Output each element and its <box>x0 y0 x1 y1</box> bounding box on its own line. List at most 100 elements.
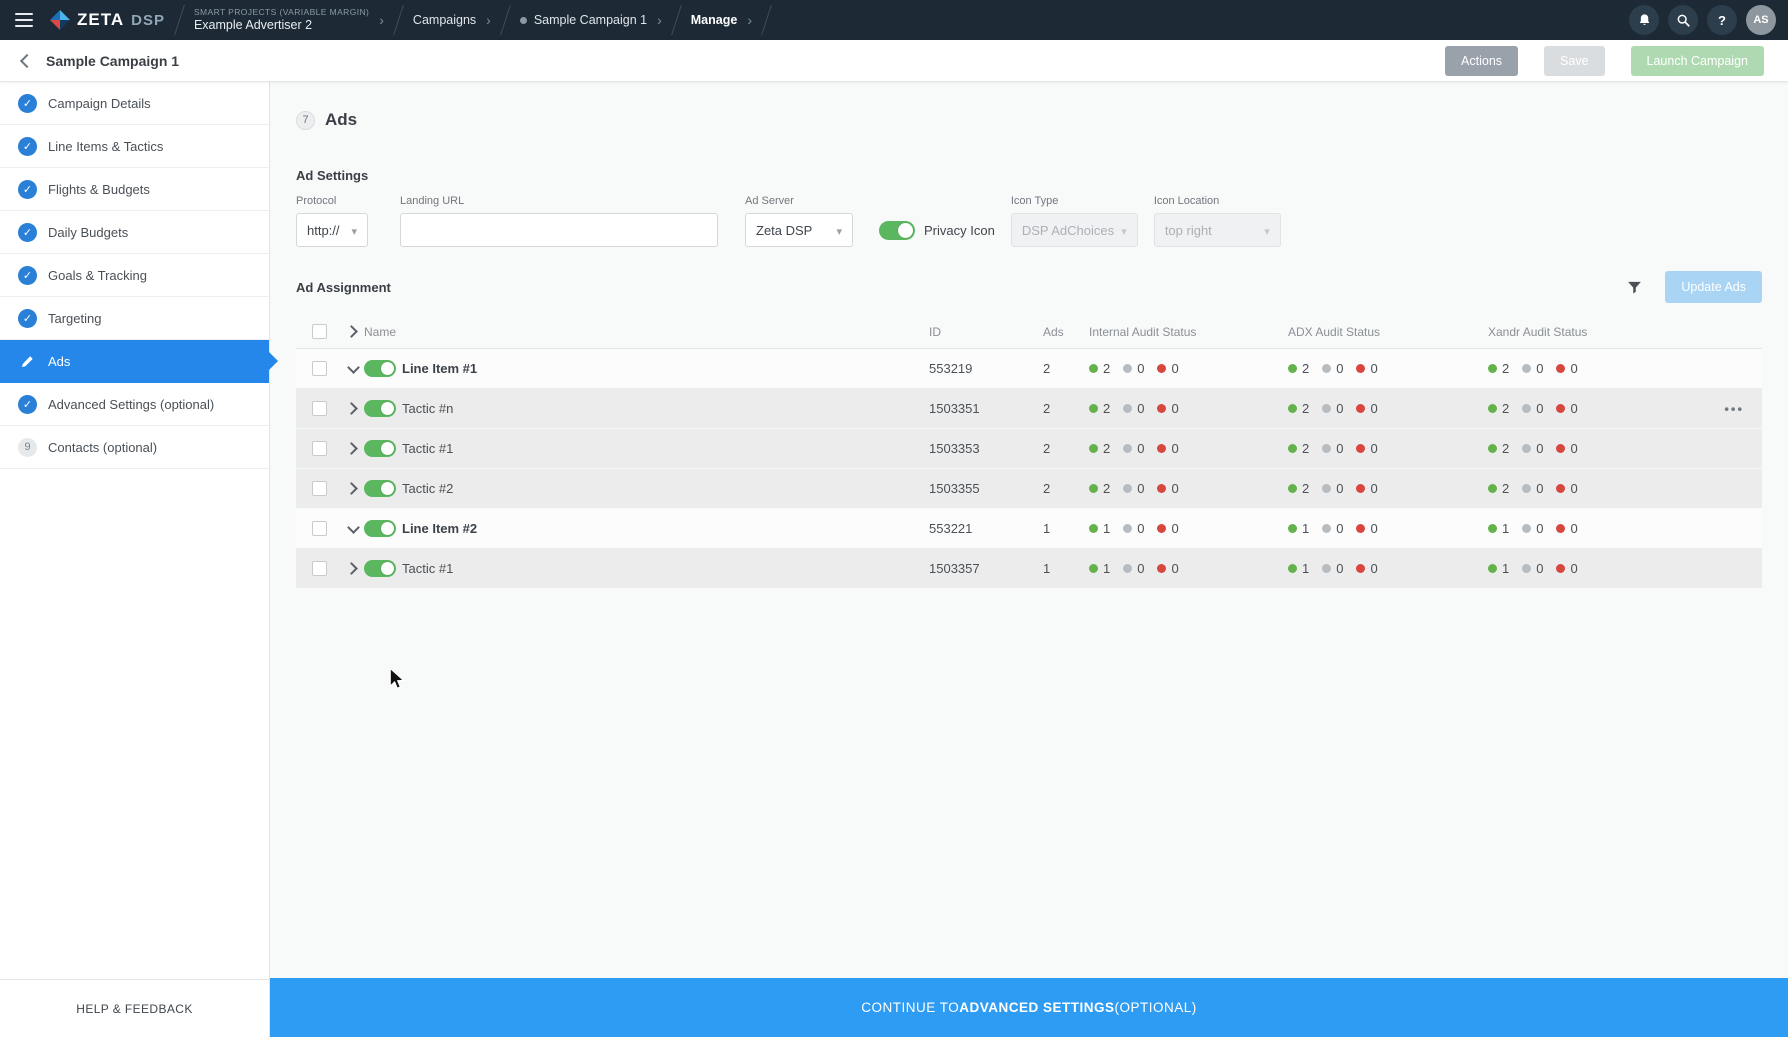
breadcrumb-advertiser[interactable]: SMART PROJECTS (VARIABLE MARGIN) Example… <box>194 7 369 33</box>
column-header-name[interactable]: Name <box>364 325 929 339</box>
table-row[interactable]: Line Item #2 553221 1 1 0 0 1 0 0 1 <box>296 509 1762 549</box>
expand-chevron-icon[interactable] <box>342 444 364 453</box>
pending-dot-icon <box>1522 524 1531 533</box>
collapse-chevron-icon[interactable] <box>342 526 364 532</box>
sort-chevron-icon[interactable] <box>342 327 364 336</box>
rejected-dot-icon <box>1356 524 1365 533</box>
xandr-audit-status: 2 0 0 <box>1488 481 1762 496</box>
rejected-dot-icon <box>1556 524 1565 533</box>
magnifier-icon <box>1676 13 1691 28</box>
sidebar-item-targeting[interactable]: Targeting <box>0 297 269 340</box>
approved-dot-icon <box>1488 484 1497 493</box>
xandr-audit-status: 2 0 0 <box>1488 361 1762 376</box>
protocol-select[interactable]: http:// <box>296 213 368 247</box>
table-row[interactable]: Line Item #1 553219 2 2 0 0 2 0 0 2 <box>296 349 1762 389</box>
save-button[interactable]: Save <box>1544 46 1605 76</box>
row-checkbox[interactable] <box>312 361 327 376</box>
ad-server-select[interactable]: Zeta DSP <box>745 213 853 247</box>
help-feedback-button[interactable]: HELP & FEEDBACK <box>0 979 269 1037</box>
row-name: Tactic #1 <box>402 441 929 456</box>
pending-dot-icon <box>1522 484 1531 493</box>
continue-button[interactable]: CONTINUE TO ADVANCED SETTINGS (OPTIONAL) <box>270 978 1788 1037</box>
user-avatar[interactable]: AS <box>1746 5 1776 35</box>
chevron-right-icon <box>379 12 384 28</box>
sidebar-item-goals-tracking[interactable]: Goals & Tracking <box>0 254 269 297</box>
row-checkbox[interactable] <box>312 401 327 416</box>
sidebar-item-daily-budgets[interactable]: Daily Budgets <box>0 211 269 254</box>
breadcrumb-manage[interactable]: Manage <box>691 13 738 27</box>
rejected-dot-icon <box>1556 404 1565 413</box>
breadcrumb-campaign[interactable]: Sample Campaign 1 <box>534 13 647 27</box>
row-checkbox[interactable] <box>312 561 327 576</box>
collapse-chevron-icon[interactable] <box>342 366 364 372</box>
step-number-icon: 9 <box>18 438 37 457</box>
pending-dot-icon <box>1522 444 1531 453</box>
sidebar-item-flights-budgets[interactable]: Flights & Budgets <box>0 168 269 211</box>
back-button[interactable] <box>12 48 38 74</box>
approved-dot-icon <box>1288 524 1297 533</box>
landing-url-input[interactable] <box>400 213 718 247</box>
sidebar-item-campaign-details[interactable]: Campaign Details <box>0 82 269 125</box>
row-name: Tactic #2 <box>402 481 929 496</box>
funnel-icon <box>1626 279 1643 296</box>
adx-audit-status: 2 0 0 <box>1288 481 1488 496</box>
notifications-button[interactable] <box>1629 5 1659 35</box>
page-header: Sample Campaign 1 Actions Save Launch Ca… <box>0 40 1788 82</box>
privacy-icon-toggle[interactable] <box>879 221 915 240</box>
icon-location-select: top right <box>1154 213 1281 247</box>
check-icon <box>18 223 37 242</box>
internal-audit-status: 2 0 0 <box>1089 401 1288 416</box>
divider <box>761 5 772 36</box>
row-toggle[interactable] <box>364 440 396 457</box>
row-menu-button[interactable] <box>1724 401 1744 416</box>
approved-dot-icon <box>1488 404 1497 413</box>
row-toggle[interactable] <box>364 520 396 537</box>
update-ads-button[interactable]: Update Ads <box>1665 271 1762 303</box>
sidebar-item-ads[interactable]: Ads <box>0 340 269 383</box>
row-checkbox[interactable] <box>312 481 327 496</box>
row-checkbox[interactable] <box>312 521 327 536</box>
row-toggle[interactable] <box>364 400 396 417</box>
divider <box>500 5 511 36</box>
rejected-dot-icon <box>1356 564 1365 573</box>
hamburger-menu-icon[interactable] <box>0 0 48 40</box>
approved-dot-icon <box>1089 564 1098 573</box>
xandr-audit-status: 2 0 0 <box>1488 401 1762 416</box>
table-header-row: Name ID Ads Internal Audit Status ADX Au… <box>296 315 1762 349</box>
rejected-dot-icon <box>1157 484 1166 493</box>
pending-dot-icon <box>1123 404 1132 413</box>
pending-dot-icon <box>1123 484 1132 493</box>
ad-settings-title: Ad Settings <box>270 168 1788 183</box>
row-toggle[interactable] <box>364 480 396 497</box>
table-row[interactable]: Tactic #1 1503357 1 1 0 0 1 0 0 1 <box>296 549 1762 589</box>
sidebar-item-line-items-tactics[interactable]: Line Items & Tactics <box>0 125 269 168</box>
sidebar-item-contacts[interactable]: 9 Contacts (optional) <box>0 426 269 469</box>
expand-chevron-icon[interactable] <box>342 404 364 413</box>
help-button[interactable]: ? <box>1707 5 1737 35</box>
pending-dot-icon <box>1522 404 1531 413</box>
select-all-checkbox[interactable] <box>312 324 327 339</box>
table-row[interactable]: Tactic #2 1503355 2 2 0 0 2 0 0 2 <box>296 469 1762 509</box>
row-toggle[interactable] <box>364 560 396 577</box>
launch-campaign-button[interactable]: Launch Campaign <box>1631 46 1764 76</box>
filter-button[interactable] <box>1617 271 1651 303</box>
row-checkbox[interactable] <box>312 441 327 456</box>
pending-dot-icon <box>1322 364 1331 373</box>
sidebar-item-advanced-settings[interactable]: Advanced Settings (optional) <box>0 383 269 426</box>
pending-dot-icon <box>1123 444 1132 453</box>
search-button[interactable] <box>1668 5 1698 35</box>
row-toggle[interactable] <box>364 360 396 377</box>
row-name: Tactic #1 <box>402 561 929 576</box>
table-row[interactable]: Tactic #n 1503351 2 2 0 0 2 0 0 2 <box>296 389 1762 429</box>
breadcrumb-campaigns[interactable]: Campaigns <box>413 13 476 27</box>
row-ads-count: 2 <box>1043 361 1089 376</box>
internal-audit-status: 1 0 0 <box>1089 561 1288 576</box>
expand-chevron-icon[interactable] <box>342 564 364 573</box>
adx-audit-status: 2 0 0 <box>1288 361 1488 376</box>
pencil-icon <box>18 352 37 371</box>
expand-chevron-icon[interactable] <box>342 484 364 493</box>
zeta-dsp-logo[interactable]: ZETA DSP <box>50 10 165 30</box>
actions-button[interactable]: Actions <box>1445 46 1518 76</box>
table-row[interactable]: Tactic #1 1503353 2 2 0 0 2 0 0 2 <box>296 429 1762 469</box>
approved-dot-icon <box>1089 444 1098 453</box>
